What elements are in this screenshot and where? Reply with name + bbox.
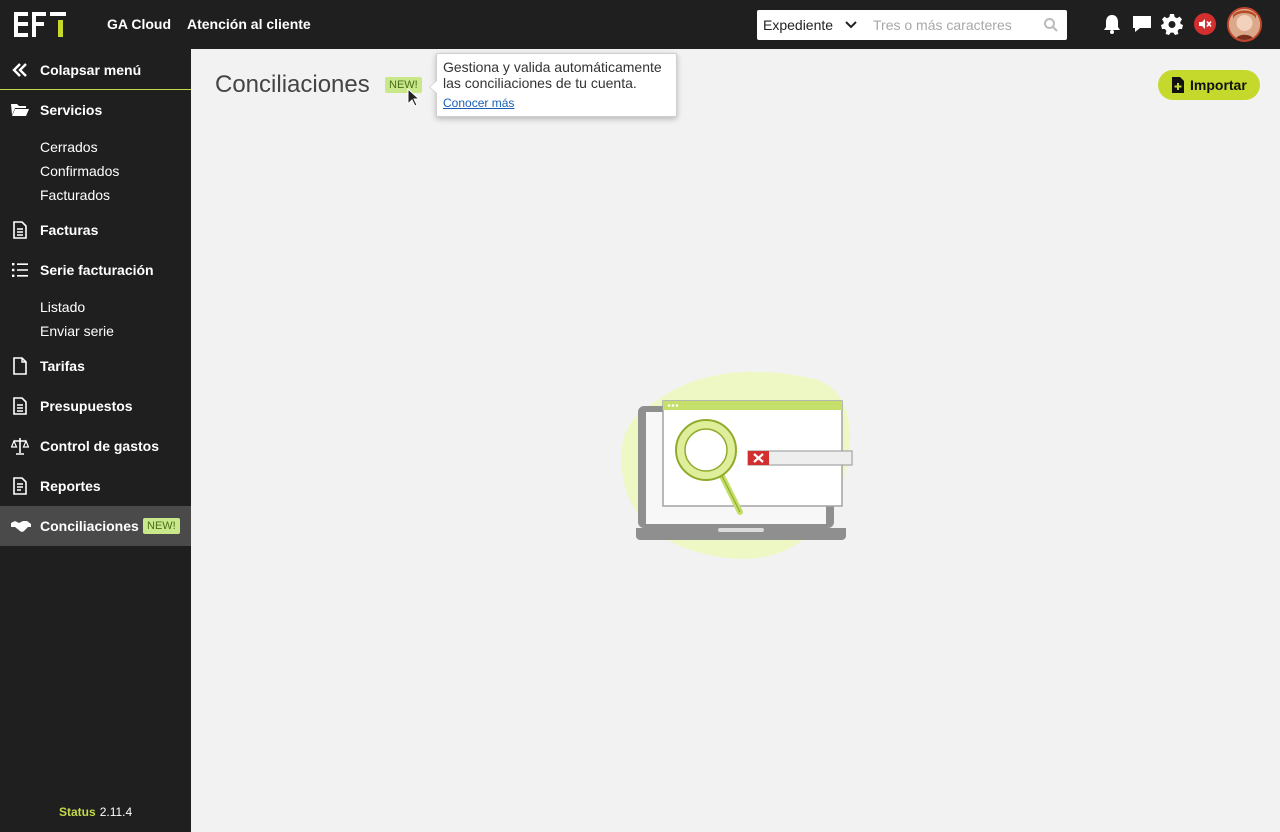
bell-icon[interactable] [1101, 13, 1123, 35]
list-icon [12, 263, 28, 277]
report-icon [13, 477, 27, 495]
sidebar-item-servicios[interactable]: Servicios [0, 90, 191, 130]
sidebar-item-label: Servicios [40, 102, 103, 118]
sidebar-item-tarifas[interactable]: Tarifas [0, 346, 191, 386]
sidebar-item-label: Reportes [40, 478, 101, 494]
version-label: 2.11.4 [99, 805, 133, 819]
nav-atencion-cliente[interactable]: Atención al cliente [187, 0, 311, 49]
sidebar-item-label: Facturas [40, 222, 99, 238]
folder-open-icon [11, 104, 29, 116]
double-chevron-left-icon [12, 63, 27, 77]
tooltip-text: Gestiona y valida automáticamente las co… [443, 59, 662, 91]
scale-icon [11, 438, 29, 455]
file-plus-icon [1172, 77, 1184, 93]
handshake-icon [11, 521, 31, 532]
search-icon[interactable] [1043, 17, 1059, 33]
sidebar-item-label: Serie facturación [40, 262, 154, 278]
sidebar-subitem-enviar-serie[interactable]: Enviar serie [40, 323, 114, 339]
sidebar-item-serie-facturacion[interactable]: Serie facturación [0, 250, 191, 290]
learn-more-link[interactable]: Conocer más [443, 96, 514, 110]
sidebar-item-label: Control de gastos [40, 438, 160, 454]
search-type-value: Expediente [763, 17, 834, 33]
mouse-cursor-icon [407, 88, 421, 107]
sidebar-subitem-cerrados[interactable]: Cerrados [40, 139, 98, 155]
top-bar: GA Cloud Atención al cliente Expediente [0, 0, 1280, 49]
sidebar-item-facturas[interactable]: Facturas [0, 210, 191, 250]
search-type-select[interactable]: Expediente [757, 10, 865, 40]
collapse-menu-label: Colapsar menú [40, 61, 142, 78]
search-bar: Expediente [757, 10, 1067, 40]
search-input[interactable] [865, 10, 1037, 40]
status-link[interactable]: Status [59, 805, 96, 819]
new-badge: NEW! [143, 518, 180, 534]
nav-ga-cloud[interactable]: GA Cloud [107, 0, 171, 49]
page-title: Conciliaciones [215, 71, 370, 98]
sidebar-item-label: Tarifas [40, 358, 85, 374]
import-button[interactable]: Importar [1158, 70, 1260, 100]
file-icon [13, 357, 27, 375]
sidebar-subitem-facturados[interactable]: Facturados [40, 187, 110, 203]
status-footer: Status 2.11.4 [59, 805, 132, 819]
sidebar-item-presupuestos[interactable]: Presupuestos [0, 386, 191, 426]
chevron-down-icon [845, 21, 857, 29]
sidebar-item-control-gastos[interactable]: Control de gastos [0, 426, 191, 466]
feature-tooltip: Gestiona y valida automáticamente las co… [429, 53, 677, 117]
sound-off-icon[interactable] [1194, 13, 1216, 35]
avatar[interactable] [1227, 7, 1262, 42]
sidebar-subitem-confirmados[interactable]: Confirmados [40, 163, 119, 179]
sidebar-item-label: Presupuestos [40, 398, 133, 414]
collapse-menu-button[interactable]: Colapsar menú [0, 50, 191, 90]
sidebar-item-conciliaciones[interactable]: Conciliaciones NEW! [0, 506, 191, 546]
empty-state-illustration [621, 371, 853, 559]
sidebar-item-reportes[interactable]: Reportes [0, 466, 191, 506]
sidebar-item-label: Conciliaciones [40, 518, 139, 534]
chat-icon[interactable] [1131, 13, 1153, 35]
sidebar-subitem-listado[interactable]: Listado [40, 299, 85, 315]
efi-logo[interactable] [14, 12, 66, 37]
import-label: Importar [1190, 77, 1247, 93]
tooltip-arrow-inner [430, 81, 437, 93]
document-icon [13, 397, 27, 415]
document-icon [13, 221, 27, 239]
gear-icon[interactable] [1161, 13, 1183, 35]
